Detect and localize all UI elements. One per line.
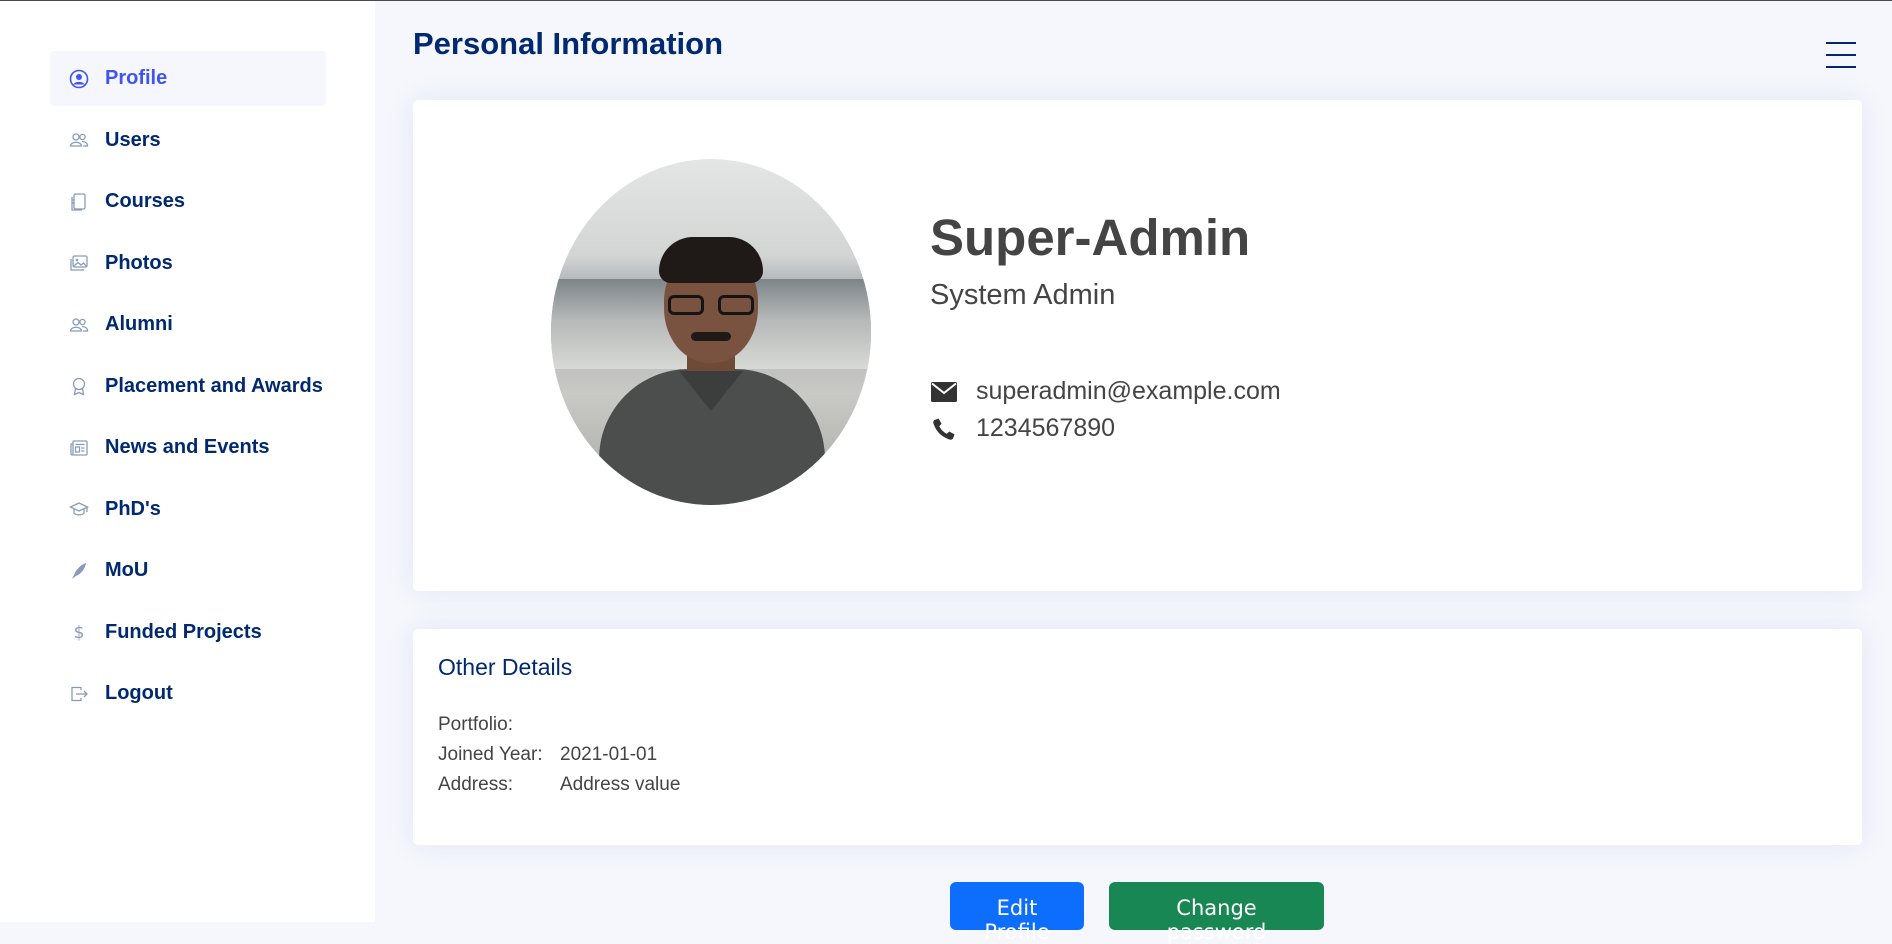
other-details-card: Other Details Portfolio: Joined Year: 20… <box>413 629 1862 845</box>
profile-card: Super-Admin System Admin superadmin@exam… <box>413 100 1862 591</box>
sidebar-item-label: Placement and Awards <box>105 374 323 397</box>
sidebar-item-alumni[interactable]: Alumni <box>50 297 326 352</box>
joined-year-row: Joined Year: 2021-01-01 <box>438 744 657 766</box>
profile-name: Super-Admin <box>930 209 1251 266</box>
address-value: Address value <box>560 774 681 795</box>
profile-email: superadmin@example.com <box>976 377 1281 405</box>
svg-text:$: $ <box>74 623 85 642</box>
sidebar-item-mou[interactable]: MoU <box>50 543 326 598</box>
other-details-title: Other Details <box>438 654 573 680</box>
avatar <box>551 159 871 505</box>
address-label: Address: <box>438 774 513 795</box>
sidebar-item-phds[interactable]: PhD's <box>50 482 326 537</box>
box-arrow-right-icon <box>68 683 90 705</box>
mortarboard-icon <box>68 498 90 520</box>
sidebar-item-photos[interactable]: Photos <box>50 236 326 291</box>
sidebar-item-label: Photos <box>105 251 173 274</box>
telephone-icon <box>930 416 958 442</box>
feather-icon <box>68 560 90 582</box>
sidebar: Profile Users Courses Photos Alumni Plac… <box>0 1 375 922</box>
sidebar-item-logout[interactable]: Logout <box>50 666 326 721</box>
sidebar-item-label: MoU <box>105 559 149 581</box>
joined-year-label: Joined Year: <box>438 744 543 765</box>
sidebar-item-label: News and Events <box>105 436 270 458</box>
page-title: Personal Information <box>413 26 724 61</box>
sidebar-item-label: Alumni <box>105 313 173 335</box>
profile-role: System Admin <box>930 279 1116 311</box>
joined-year-value: 2021-01-01 <box>560 744 658 765</box>
sidebar-item-courses[interactable]: Courses <box>50 174 326 229</box>
sidebar-item-users[interactable]: Users <box>50 113 326 168</box>
sidebar-item-profile[interactable]: Profile <box>50 51 326 106</box>
sidebar-item-funded-projects[interactable]: $ Funded Projects <box>50 605 326 660</box>
people-icon <box>68 129 90 151</box>
sidebar-item-label: PhD's <box>105 497 161 520</box>
envelope-icon <box>930 379 958 405</box>
people-icon <box>68 314 90 336</box>
journals-icon <box>68 191 90 213</box>
person-circle-icon <box>68 68 90 90</box>
address-row: Address: Address value <box>438 774 680 796</box>
portfolio-row: Portfolio: <box>438 714 560 736</box>
portfolio-label: Portfolio: <box>438 714 513 735</box>
menu-toggle-icon[interactable] <box>1826 42 1856 68</box>
sidebar-item-news-and-events[interactable]: News and Events <box>50 420 326 475</box>
sidebar-item-label: Funded Projects <box>105 620 262 643</box>
phone-row: 1234567890 <box>930 414 1115 443</box>
sidebar-item-label: Profile <box>105 67 168 89</box>
award-icon <box>68 375 90 397</box>
email-row: superadmin@example.com <box>930 377 1281 406</box>
dollar-icon: $ <box>68 621 90 643</box>
sidebar-item-label: Logout <box>105 682 173 704</box>
images-icon <box>68 252 90 274</box>
profile-phone: 1234567890 <box>976 414 1116 442</box>
change-password-button[interactable]: Change password <box>1109 882 1324 944</box>
newspaper-icon <box>68 437 90 459</box>
sidebar-item-label: Users <box>105 128 161 151</box>
sidebar-item-placement-and-awards[interactable]: Placement and Awards <box>50 359 326 414</box>
edit-profile-button[interactable]: Edit Profile <box>950 882 1084 944</box>
sidebar-item-label: Courses <box>105 190 186 212</box>
sidebar-nav: Profile Users Courses Photos Alumni Plac… <box>50 51 326 728</box>
